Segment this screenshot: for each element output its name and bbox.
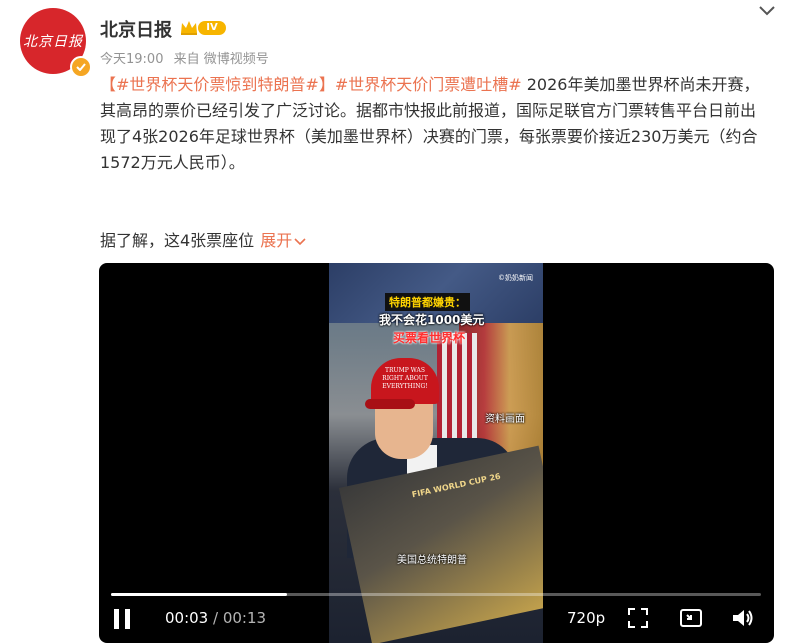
expand-button[interactable]: 展开 <box>260 231 306 250</box>
post-text: 【#世界杯天价票惊到特朗普#】#世界杯天价门票遭吐槽# 2026年美加墨世界杯尚… <box>100 72 768 176</box>
post-more-line: 据了解，这4张票座位 展开 <box>100 228 306 254</box>
verified-badge-icon <box>70 56 92 78</box>
hashtag-link[interactable]: #世界杯天价门票遭吐槽# <box>335 75 522 94</box>
video-watermark: ©奶奶新闻 <box>498 274 533 282</box>
expand-label: 展开 <box>260 231 293 250</box>
playback-time: 00:03 / 00:13 <box>165 609 266 627</box>
video-controls: 00:03 / 00:13 720p <box>99 605 774 635</box>
level-badge: IV <box>198 21 226 35</box>
account-name[interactable]: 北京日报 <box>100 16 172 42</box>
background-flag <box>437 333 477 443</box>
video-caption-line: 我不会花1000美元 <box>379 313 485 327</box>
crown-icon <box>181 21 197 35</box>
volume-icon[interactable] <box>731 607 755 629</box>
pause-icon[interactable] <box>111 607 133 631</box>
chevron-down-icon[interactable] <box>758 4 776 18</box>
picture-in-picture-icon[interactable] <box>679 607 703 629</box>
person-name-label: 美国总统特朗普 <box>397 555 467 566</box>
time-separator: / <box>208 609 223 627</box>
red-hat-brim <box>365 399 415 409</box>
video-frame[interactable]: ©奶奶新闻 TRUMP WAS RIGHT ABOUT EVERYTHING! … <box>329 263 543 643</box>
avatar-text: 北京日报 <box>23 34 83 50</box>
current-time: 00:03 <box>165 609 209 627</box>
quality-button[interactable]: 720p <box>567 609 605 627</box>
video-caption-title: 特朗普都嫌贵： <box>385 293 470 311</box>
fullscreen-icon[interactable] <box>627 607 649 629</box>
person-face <box>375 403 433 459</box>
hat-text: TRUMP WAS RIGHT ABOUT EVERYTHING! <box>382 367 428 390</box>
hashtag-link[interactable]: 【#世界杯天价票惊到特朗普#】 <box>100 75 335 94</box>
video-caption-line: 买票看世界杯 <box>393 331 466 345</box>
duration: 00:13 <box>222 609 267 627</box>
post-time[interactable]: 今天19:00 <box>100 52 163 67</box>
video-player[interactable]: ©奶奶新闻 TRUMP WAS RIGHT ABOUT EVERYTHING! … <box>99 263 774 643</box>
archive-footage-label: 资料画面 <box>485 414 525 425</box>
post-meta: 今天19:00 来自 微博视频号 <box>100 48 269 67</box>
post-source: 来自 微博视频号 <box>173 52 269 67</box>
chevron-down-icon <box>294 238 306 246</box>
post-more-text: 据了解，这4张票座位 <box>100 231 255 250</box>
progress-fill <box>111 593 287 596</box>
progress-bar[interactable] <box>111 593 761 596</box>
